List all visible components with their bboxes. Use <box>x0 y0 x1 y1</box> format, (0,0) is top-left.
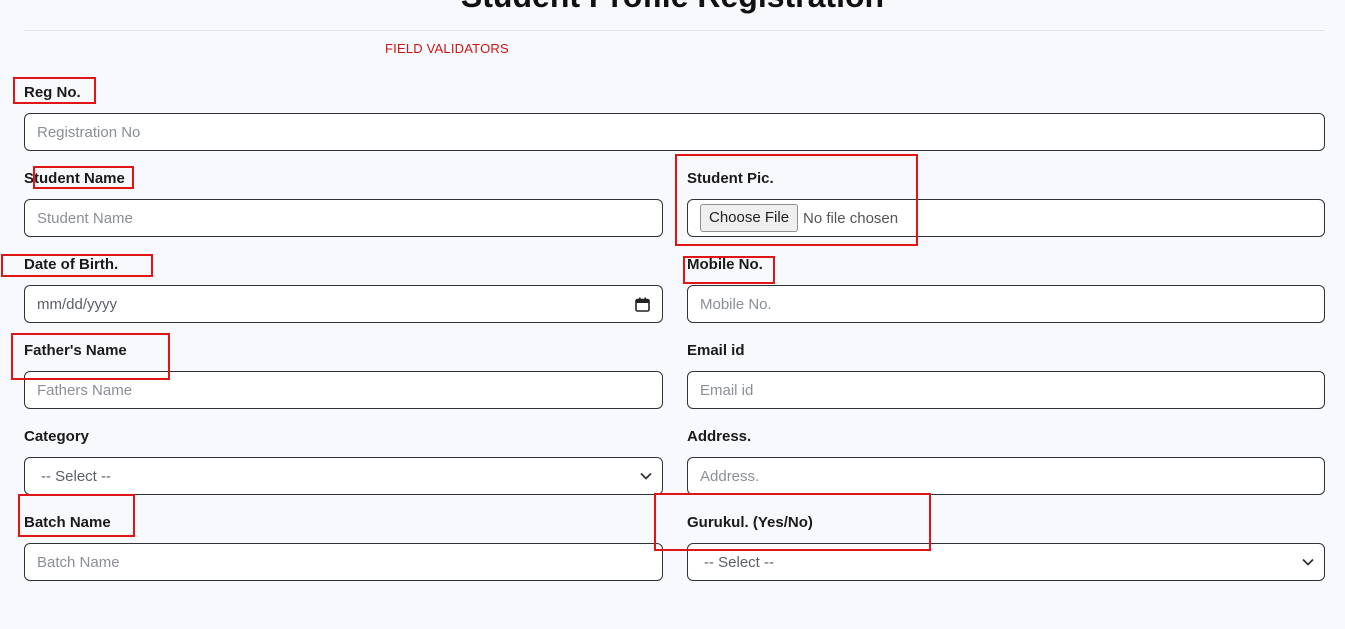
student-name-label: Student Name <box>24 170 125 187</box>
reg-no-input[interactable] <box>24 113 1325 151</box>
choose-file-button[interactable]: Choose File <box>700 204 799 232</box>
dob-label: Date of Birth. <box>24 256 119 273</box>
category-selected-value: -- Select -- <box>41 467 112 485</box>
mobile-label: Mobile No. <box>687 256 763 273</box>
dob-input[interactable]: mm/dd/yyyy <box>24 285 663 323</box>
student-name-input[interactable] <box>24 199 663 237</box>
mobile-input[interactable] <box>687 285 1325 323</box>
email-label: Email id <box>687 342 745 359</box>
chevron-down-icon <box>1302 558 1314 566</box>
student-pic-label: Student Pic. <box>687 170 774 187</box>
gurukul-select[interactable]: -- Select -- <box>687 543 1325 581</box>
reg-no-label: Reg No. <box>24 84 81 101</box>
student-pic-file-input[interactable]: Choose File No file chosen <box>687 199 1325 237</box>
address-label: Address. <box>687 428 752 445</box>
registration-page: Student Profile Registration FIELD VALID… <box>0 0 1345 629</box>
calendar-icon[interactable] <box>635 297 650 312</box>
gurukul-selected-value: -- Select -- <box>704 553 775 571</box>
field-validators-label: FIELD VALIDATORS <box>385 41 509 56</box>
batch-name-input[interactable] <box>24 543 663 581</box>
file-status-text: No file chosen <box>803 209 899 227</box>
email-input[interactable] <box>687 371 1325 409</box>
batch-name-label: Batch Name <box>24 514 111 531</box>
gurukul-label: Gurukul. (Yes/No) <box>687 514 813 531</box>
dob-placeholder: mm/dd/yyyy <box>37 295 118 313</box>
category-label: Category <box>24 428 90 445</box>
category-select[interactable]: -- Select -- <box>24 457 663 495</box>
page-title: Student Profile Registration <box>0 0 1345 15</box>
father-name-input[interactable] <box>24 371 663 409</box>
chevron-down-icon <box>640 472 652 480</box>
title-divider <box>24 30 1325 31</box>
address-input[interactable] <box>687 457 1325 495</box>
father-name-label: Father's Name <box>24 342 127 359</box>
